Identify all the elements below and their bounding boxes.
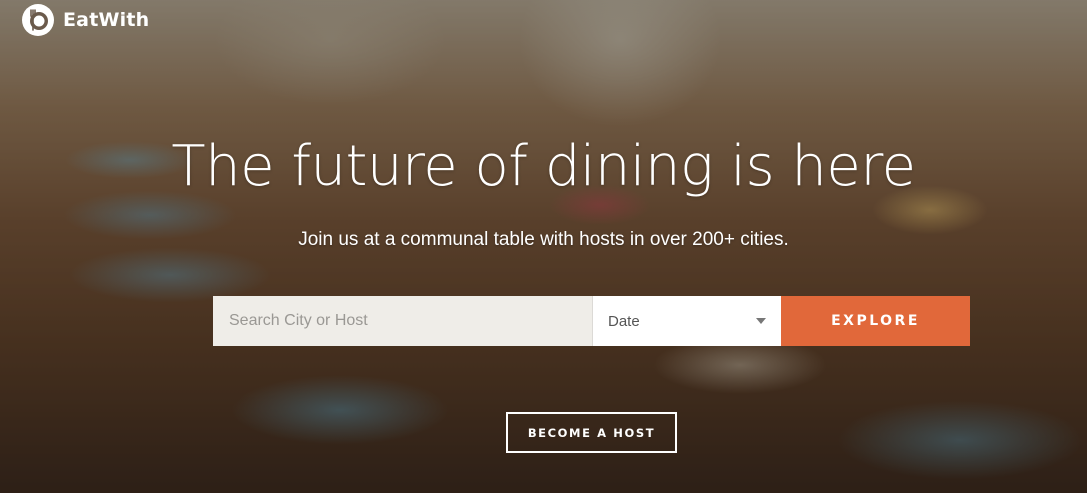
date-select[interactable]: Date [592, 296, 781, 346]
hero-subheadline: Join us at a communal table with hosts i… [298, 229, 789, 250]
chevron-down-icon [756, 318, 766, 324]
become-host-button[interactable]: BECOME A HOST [506, 412, 677, 453]
search-input[interactable] [213, 296, 592, 346]
hero-headline: The future of dining is here [171, 134, 916, 199]
brand-name: EatWith [63, 9, 150, 31]
explore-button[interactable]: EXPLORE [781, 296, 970, 346]
brand-logo[interactable]: EatWith [22, 4, 149, 36]
search-bar: Date EXPLORE [213, 296, 970, 346]
hero-section: EatWith The future of dining is here Joi… [0, 0, 1087, 493]
fork-plate-icon [22, 4, 54, 36]
date-select-value: Date [608, 312, 640, 330]
